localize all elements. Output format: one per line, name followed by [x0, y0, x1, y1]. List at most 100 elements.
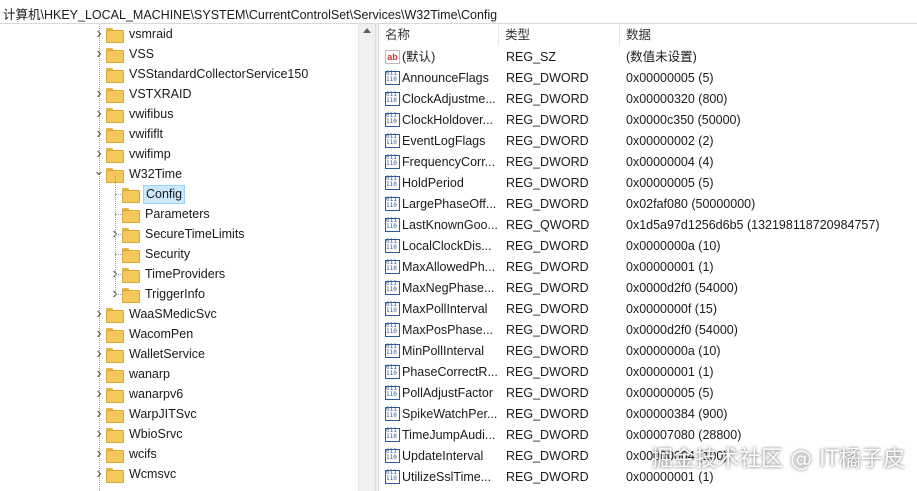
value-type: REG_DWORD — [506, 449, 589, 463]
value-data: (数值未设置) — [626, 50, 697, 64]
folder-icon — [106, 327, 124, 343]
registry-tree[interactable]: › vsmraid › VSS VSStandardCollectorService15… — [0, 24, 358, 491]
tree-item-label: vwififlt — [129, 127, 164, 141]
tree-item-wcmsvc[interactable]: › Wcmsvc — [92, 464, 178, 484]
chevron-right-icon[interactable]: › — [92, 24, 106, 44]
tree-item-vwififlt[interactable]: › vwififlt — [92, 124, 165, 144]
tree-item-wcifs[interactable]: › wcifs — [92, 444, 159, 464]
chevron-right-icon[interactable]: › — [92, 344, 106, 364]
chevron-right-icon[interactable]: › — [92, 424, 106, 444]
binary-value-icon — [385, 281, 400, 295]
value-row[interactable]: HoldPeriod REG_DWORD 0x00000005 (5) — [379, 173, 917, 194]
column-header-name[interactable]: 名称 — [379, 24, 499, 46]
value-row[interactable]: AnnounceFlags REG_DWORD 0x00000005 (5) — [379, 68, 917, 89]
folder-icon — [122, 207, 140, 223]
tree-item-wanarpv6[interactable]: › wanarpv6 — [92, 384, 185, 404]
address-bar[interactable]: 计算机\HKEY_LOCAL_MACHINE\SYSTEM\CurrentCon… — [0, 0, 917, 24]
chevron-right-icon[interactable]: › — [92, 44, 106, 64]
folder-icon — [106, 467, 124, 483]
tree-item-label: WbioSrvc — [129, 427, 183, 441]
value-row[interactable]: MaxPollInterval REG_DWORD 0x0000000f (15) — [379, 299, 917, 320]
value-row[interactable]: PhaseCorrectR... REG_DWORD 0x00000001 (1) — [379, 362, 917, 383]
value-row[interactable]: ClockAdjustme... REG_DWORD 0x00000320 (800… — [379, 89, 917, 110]
value-row[interactable]: MaxAllowedPh... REG_DWORD 0x00000001 (1) — [379, 257, 917, 278]
column-header-type[interactable]: 类型 — [499, 24, 620, 46]
value-row[interactable]: LastKnownGoo... REG_QWORD 0x1d5a97d1256d6b… — [379, 215, 917, 236]
chevron-right-icon[interactable]: › — [92, 464, 106, 484]
tree-item-waasmedicsvc[interactable]: › WaaSMedicSvc — [92, 304, 219, 324]
chevron-down-icon[interactable]: ⌄ — [92, 161, 106, 181]
value-row[interactable]: LocalClockDis... REG_DWORD 0x0000000a (10) — [379, 236, 917, 257]
value-data: 0x00000001 (1) — [626, 260, 714, 274]
value-row[interactable]: ClockHoldover... REG_DWORD 0x0000c350 (500… — [379, 110, 917, 131]
tree-guide-line — [115, 294, 123, 295]
value-name: (默认) — [402, 50, 436, 64]
tree-item-vwifibus[interactable]: › vwifibus — [92, 104, 175, 124]
value-row[interactable]: FrequencyCorr... REG_DWORD 0x00000004 (4) — [379, 152, 917, 173]
value-row[interactable]: SpikeWatchPer... REG_DWORD 0x00000384 (900… — [379, 404, 917, 425]
value-row[interactable]: MinPollInterval REG_DWORD 0x0000000a (10) — [379, 341, 917, 362]
chevron-right-icon[interactable]: › — [92, 384, 106, 404]
tree-item-walletservice[interactable]: › WalletService — [92, 344, 207, 364]
tree-item-securetimelimits[interactable]: › SecureTimeLimits — [108, 224, 247, 244]
tree-vertical-scrollbar[interactable] — [358, 24, 375, 491]
value-data: 0x00000320 (800) — [626, 92, 728, 106]
tree-item-vss[interactable]: › VSS — [92, 44, 156, 64]
value-row[interactable]: EventLogFlags REG_DWORD 0x00000002 (2) — [379, 131, 917, 152]
value-name: LargePhaseOff... — [402, 197, 497, 211]
folder-icon — [106, 67, 124, 83]
chevron-right-icon[interactable]: › — [92, 104, 106, 124]
folder-icon — [106, 387, 124, 403]
value-type: REG_DWORD — [506, 386, 589, 400]
tree-item-vstxraid[interactable]: › VSTXRAID — [92, 84, 194, 104]
value-data: 0x00000002 (2) — [626, 134, 714, 148]
folder-icon — [122, 227, 140, 243]
chevron-right-icon[interactable]: › — [92, 84, 106, 104]
scroll-up-arrow-icon[interactable] — [363, 28, 371, 33]
folder-icon — [106, 447, 124, 463]
value-name: PollAdjustFactor — [402, 386, 494, 400]
value-name: AnnounceFlags — [402, 71, 489, 85]
folder-icon — [106, 367, 124, 383]
tree-item-wanarp[interactable]: › wanarp — [92, 364, 172, 384]
value-type: REG_QWORD — [506, 218, 590, 232]
folder-icon — [122, 247, 140, 263]
chevron-right-icon[interactable]: › — [92, 404, 106, 424]
tree-item-timeproviders[interactable]: › TimeProviders — [108, 264, 227, 284]
binary-value-icon — [385, 260, 400, 274]
chevron-right-icon[interactable]: › — [92, 364, 106, 384]
values-list[interactable]: 名称 类型 数据 ab(默认) REG_SZ (数值未设置) AnnounceFlag… — [379, 24, 917, 491]
tree-item-w32time[interactable]: ⌄ W32Time — [92, 161, 184, 184]
folder-icon — [106, 127, 124, 143]
tree-guide-line — [115, 274, 123, 275]
tree-item-vsmraid[interactable]: › vsmraid — [92, 24, 175, 44]
string-value-icon: ab — [385, 50, 400, 64]
value-type: REG_DWORD — [506, 407, 589, 421]
value-type: REG_DWORD — [506, 239, 589, 253]
value-row[interactable]: MaxPosPhase... REG_DWORD 0x0000d2f0 (54000… — [379, 320, 917, 341]
value-row[interactable]: MaxNegPhase... REG_DWORD 0x0000d2f0 (54000… — [379, 278, 917, 299]
value-row[interactable]: PollAdjustFactor REG_DWORD 0x00000005 (5) — [379, 383, 917, 404]
chevron-right-icon[interactable]: › — [92, 444, 106, 464]
tree-item-parameters[interactable]: Parameters — [108, 204, 212, 224]
chevron-right-icon[interactable]: › — [92, 304, 106, 324]
value-type: REG_DWORD — [506, 92, 589, 106]
binary-value-icon — [385, 218, 400, 232]
folder-icon — [106, 87, 124, 103]
tree-item-vsstandardcollectorservice150[interactable]: VSStandardCollectorService150 — [92, 64, 310, 84]
tree-item-warpjitsvc[interactable]: › WarpJITSvc — [92, 404, 199, 424]
binary-value-icon — [385, 239, 400, 253]
value-row[interactable]: LargePhaseOff... REG_DWORD 0x02faf080 (500… — [379, 194, 917, 215]
chevron-right-icon[interactable]: › — [92, 124, 106, 144]
value-name: ClockAdjustme... — [402, 92, 496, 106]
tree-item-label: Wcmsvc — [129, 467, 177, 481]
tree-guide-line — [115, 176, 116, 294]
chevron-right-icon[interactable]: › — [92, 324, 106, 344]
tree-item-wacompen[interactable]: › WacomPen — [92, 324, 195, 344]
folder-icon — [122, 187, 140, 203]
value-data: 0x0000c350 (50000) — [626, 113, 741, 127]
value-row[interactable]: ab (默认) REG_SZ (数值未设置) — [379, 47, 917, 68]
tree-item-wbiosrvc[interactable]: › WbioSrvc — [92, 424, 184, 444]
value-data: 0x0000000f (15) — [626, 302, 718, 316]
column-header-data[interactable]: 数据 — [620, 24, 917, 46]
